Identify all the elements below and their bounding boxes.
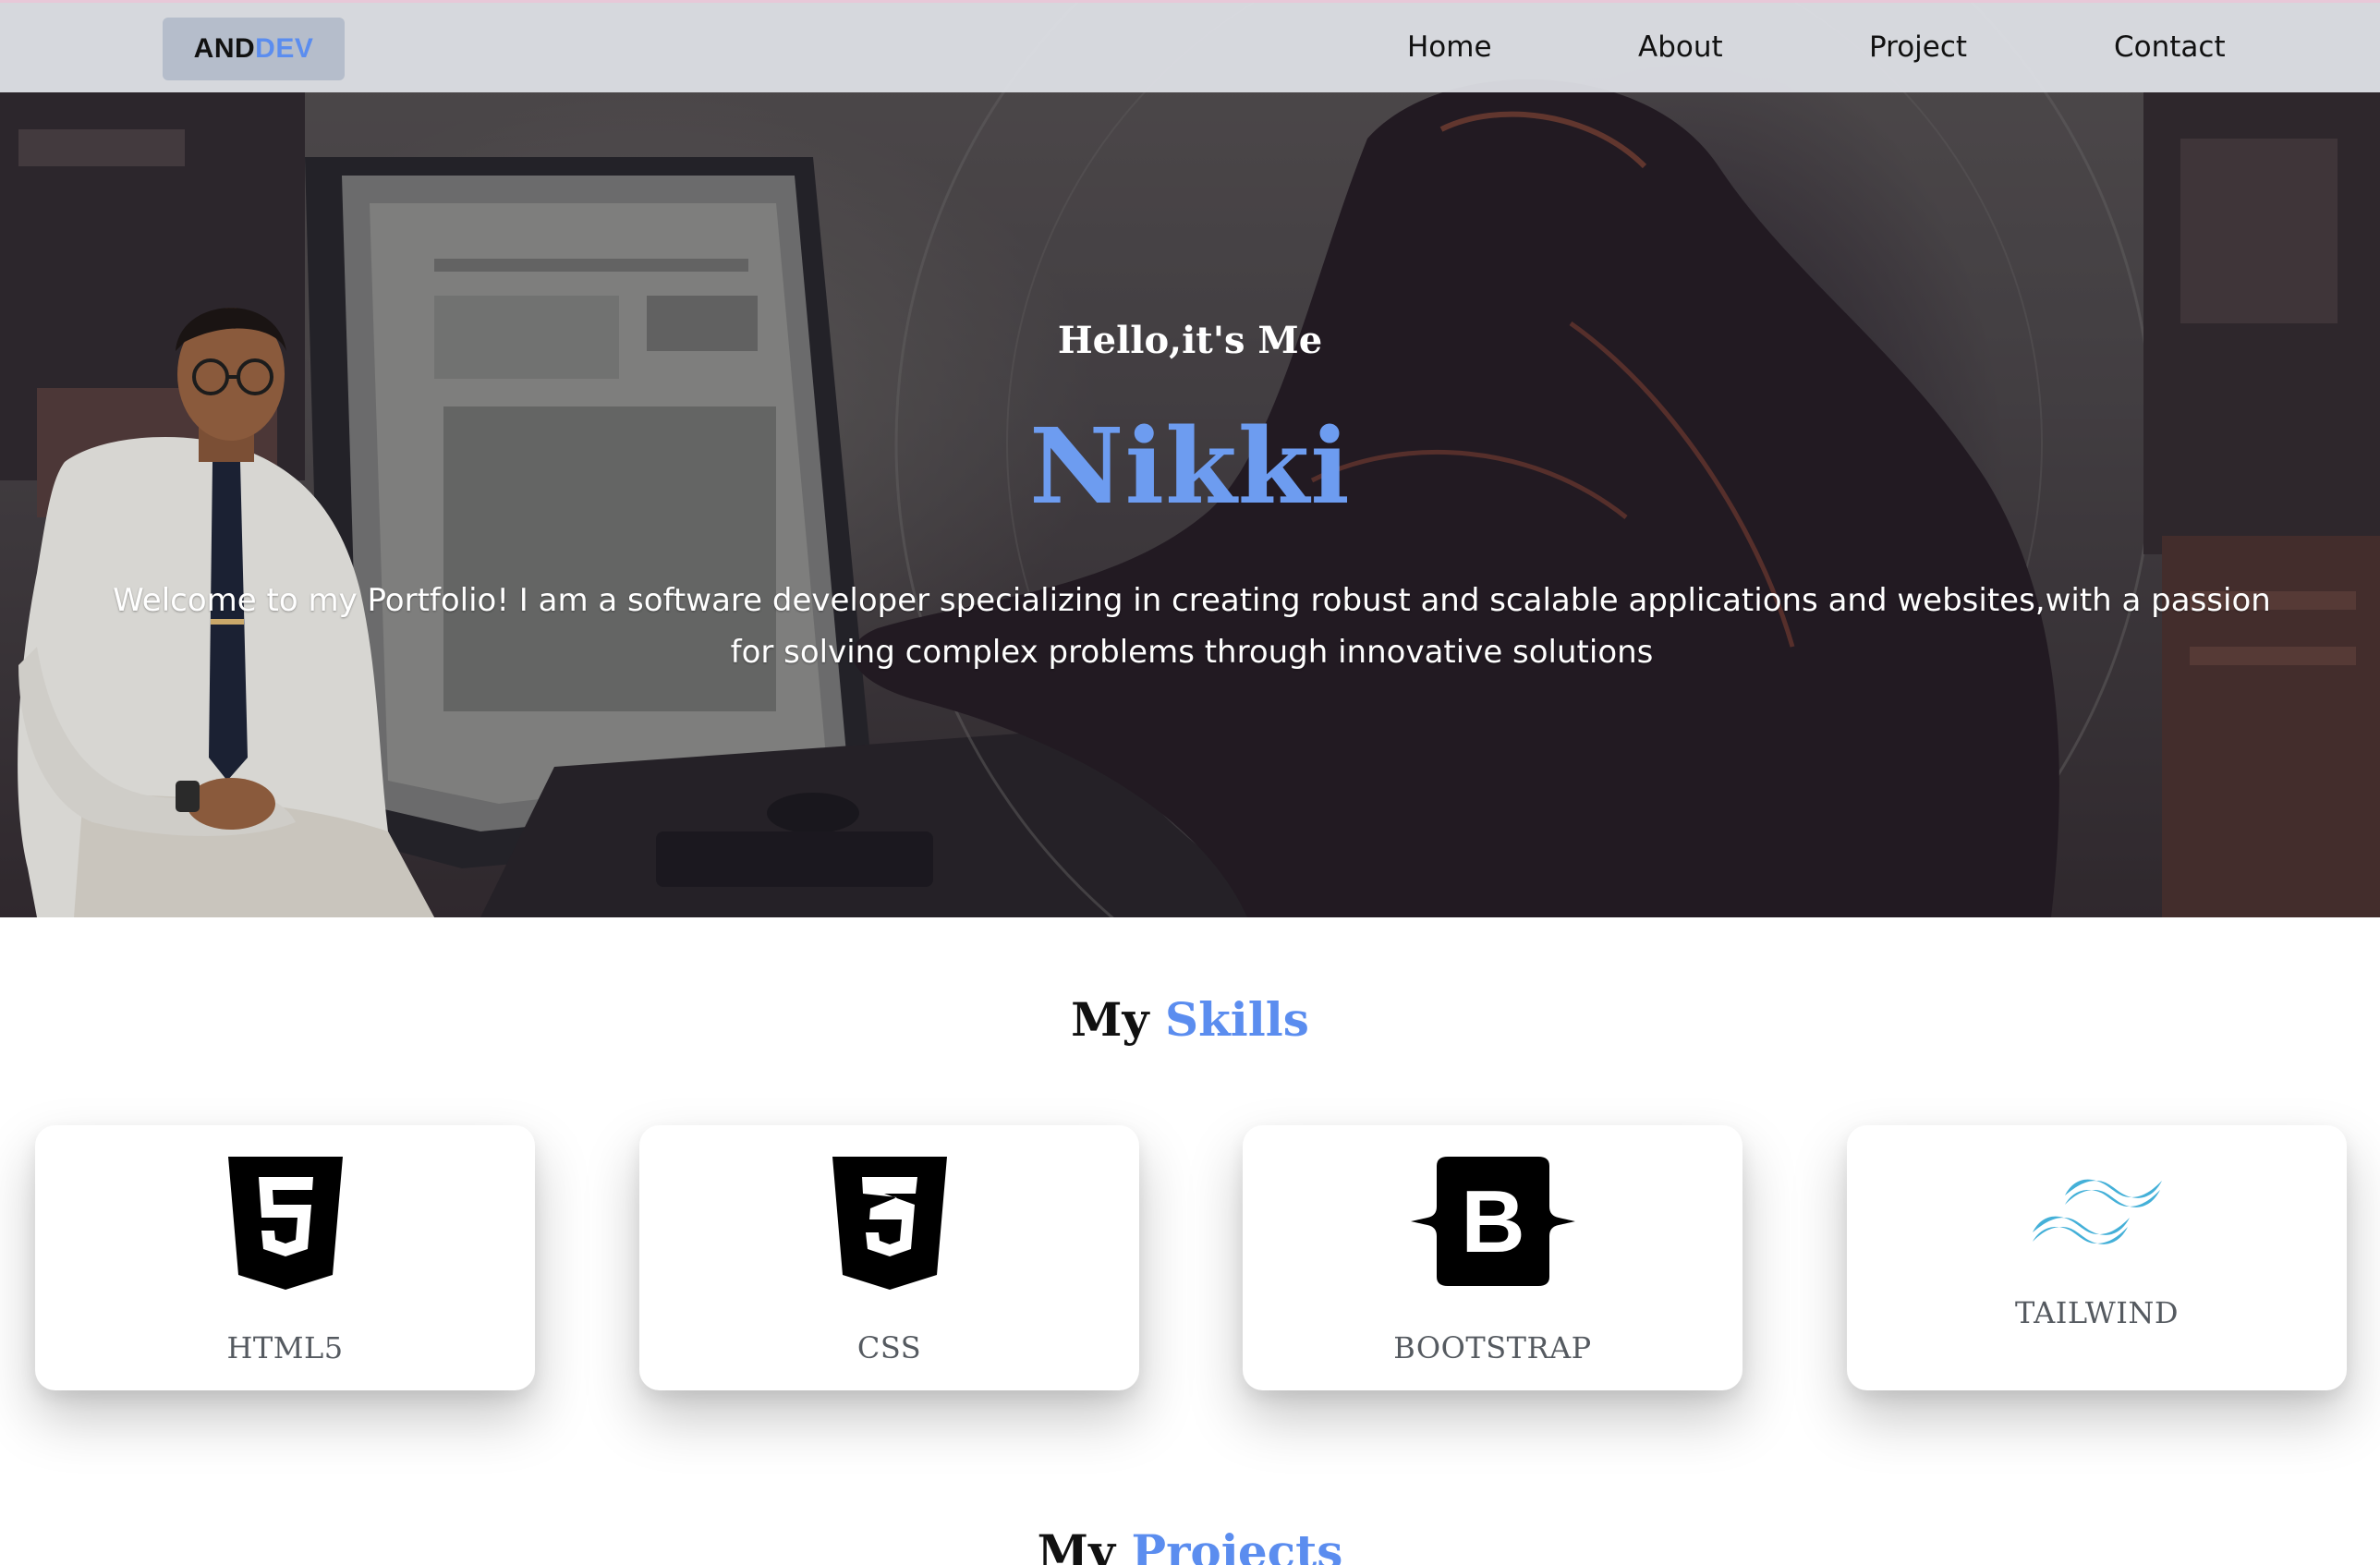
skill-label-tailwind: TAILWIND: [2015, 1295, 2179, 1330]
skills-title-my: My: [1071, 992, 1149, 1047]
projects-title-my: My: [1037, 1524, 1116, 1565]
hero-name: Nikki: [1029, 406, 1351, 528]
hero-section: Hello,it's Me Nikki Welcome to my Portfo…: [0, 0, 2380, 917]
skill-card-tailwind[interactable]: TAILWIND: [1847, 1125, 2347, 1390]
projects-section-title: My Projects: [0, 1524, 2380, 1565]
skill-card-bootstrap[interactable]: B BOOTSTRAP: [1243, 1125, 1742, 1390]
skill-card-html5[interactable]: HTML5: [35, 1125, 535, 1390]
skills-title-skills: Skills: [1164, 992, 1309, 1047]
brand-logo[interactable]: AND DEV: [163, 18, 345, 80]
skill-label-bootstrap: BOOTSTRAP: [1393, 1330, 1592, 1365]
bootstrap-icon: B: [1410, 1157, 1575, 1286]
tailwind-icon: [2032, 1179, 2162, 1244]
logo-text-dev: DEV: [255, 33, 314, 64]
nav-link-project[interactable]: Project: [1869, 30, 1967, 64]
top-navbar: AND DEV Home About Project Contact: [0, 0, 2380, 92]
nav-link-home[interactable]: Home: [1407, 30, 1492, 64]
hero-intro-text: Welcome to my Portfolio! I am a software…: [113, 582, 2271, 671]
nav-link-about[interactable]: About: [1638, 30, 1723, 64]
skills-section-title: My Skills: [0, 992, 2380, 1047]
logo-text-and: AND: [193, 33, 256, 64]
html5-icon: [227, 1157, 343, 1290]
projects-title-projects: Projects: [1131, 1524, 1343, 1565]
skill-card-css[interactable]: CSS: [639, 1125, 1139, 1390]
skill-label-css: CSS: [856, 1330, 922, 1365]
hero-greeting: Hello,it's Me: [1057, 319, 1323, 362]
skill-label-html5: HTML5: [226, 1330, 344, 1365]
css3-icon: [832, 1157, 947, 1290]
nav-link-contact[interactable]: Contact: [2114, 30, 2226, 64]
svg-text:B: B: [1461, 1172, 1524, 1271]
